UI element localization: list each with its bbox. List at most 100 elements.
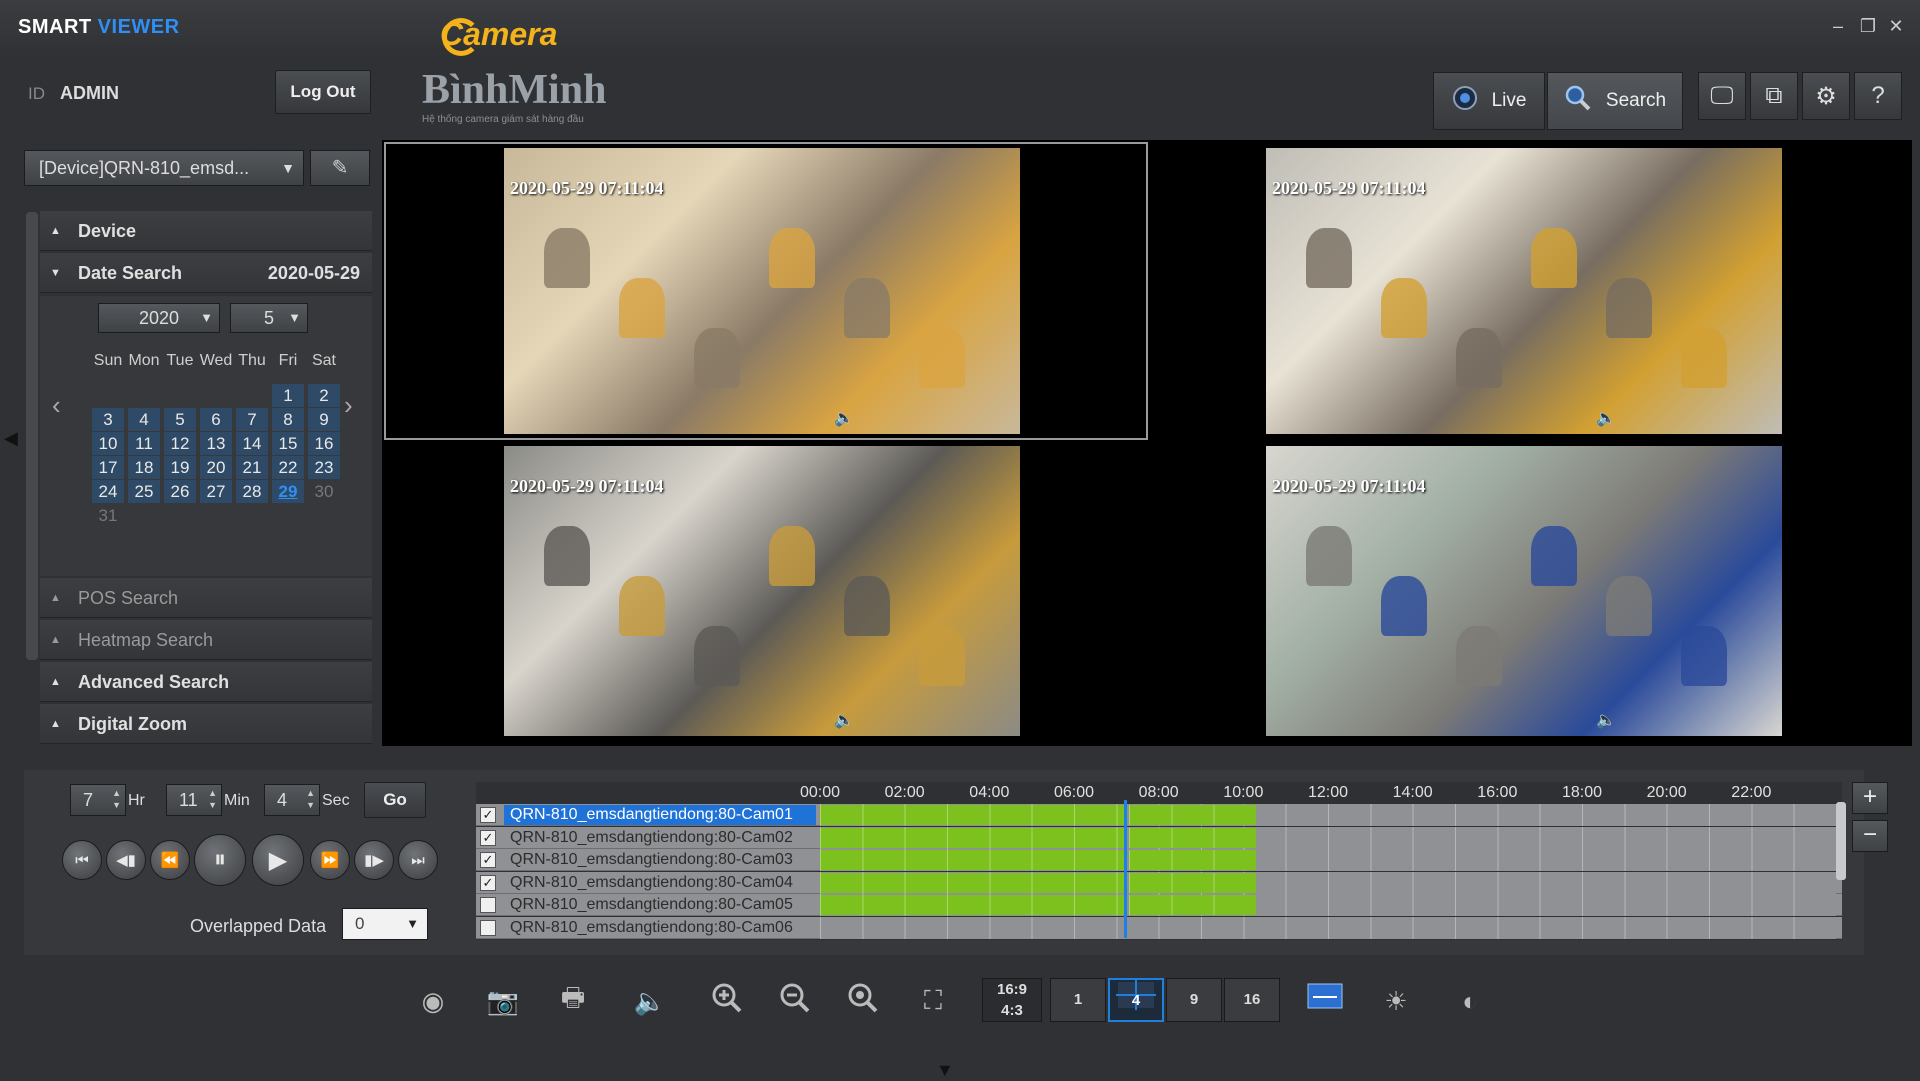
fullscreen-button[interactable]: ⛶	[910, 978, 956, 1024]
camera-view-3[interactable]: 2020-05-29 07:11:04 🔈	[386, 442, 1146, 740]
speaker-icon[interactable]: 🔈	[834, 408, 854, 428]
timeline-track[interactable]	[820, 849, 1836, 871]
prev-month-button[interactable]: ‹	[52, 390, 61, 421]
recording-segment[interactable]	[820, 805, 1125, 825]
calendar-day-9[interactable]: 9	[308, 408, 340, 431]
snapshot-button[interactable]: 📷	[480, 978, 526, 1024]
calendar-day-22[interactable]: 22	[272, 456, 304, 479]
channel-checkbox[interactable]: ✓	[480, 852, 496, 868]
section-date-search[interactable]: ▼ Date Search 2020-05-29	[40, 253, 372, 293]
calendar-day-10[interactable]: 10	[92, 432, 124, 455]
calendar-day-19[interactable]: 19	[164, 456, 196, 479]
last-frame-button[interactable]: ⏭	[398, 840, 438, 880]
help-button[interactable]: ?	[1854, 72, 1902, 120]
recording-segment[interactable]	[820, 895, 1125, 915]
section-device[interactable]: ▲ Device	[40, 211, 372, 251]
calendar-day-8[interactable]: 8	[272, 408, 304, 431]
timeline-track[interactable]	[820, 871, 1836, 894]
channel-checkbox[interactable]: ✓	[480, 807, 496, 823]
recording-segment[interactable]	[1129, 850, 1257, 870]
zoom-in-button[interactable]	[704, 978, 750, 1024]
recording-segment[interactable]	[1129, 872, 1257, 893]
channel-checkbox[interactable]: ✓	[480, 874, 496, 891]
calendar-day-31[interactable]: 31	[92, 504, 124, 527]
channel-checkbox[interactable]	[480, 897, 496, 913]
channel-name[interactable]: QRN-810_emsdangtiendong:80-Cam05	[504, 895, 816, 915]
calendar-day-25[interactable]: 25	[128, 480, 160, 503]
calendar-day-3[interactable]: 3	[92, 408, 124, 431]
rewind-button[interactable]: ⏪	[150, 840, 190, 880]
record-button[interactable]: ◉	[410, 978, 456, 1024]
calendar-day-21[interactable]: 21	[236, 456, 268, 479]
month-select[interactable]: 5 ▼	[230, 303, 308, 333]
calendar-day-12[interactable]: 12	[164, 432, 196, 455]
expand-down-icon[interactable]: ▼	[936, 1060, 954, 1081]
brightness-control[interactable]: ☀	[1366, 978, 1426, 1024]
calendar-day-26[interactable]: 26	[164, 480, 196, 503]
timeline-track[interactable]	[820, 894, 1836, 916]
monitor-button[interactable]: 🖵	[1698, 72, 1746, 120]
calendar-day-27[interactable]: 27	[200, 480, 232, 503]
layout-9-button[interactable]: 9	[1166, 978, 1222, 1022]
recording-segment[interactable]	[1129, 827, 1257, 848]
camera-view-1[interactable]: 2020-05-29 07:11:04 🔈	[384, 142, 1148, 440]
hour-spinner[interactable]: 7 ▲ ▼	[70, 784, 126, 816]
zoom-fit-button[interactable]	[840, 978, 886, 1024]
calendar-day-1[interactable]: 1	[272, 384, 304, 407]
zoom-out-button[interactable]	[772, 978, 818, 1024]
second-spinner[interactable]: 4 ▲ ▼	[264, 784, 320, 816]
section-advanced-search[interactable]: ▲ Advanced Search	[40, 662, 372, 702]
timeline-track[interactable]	[820, 826, 1836, 849]
contrast-control[interactable]: ◐	[1440, 978, 1500, 1024]
timeline-track[interactable]	[820, 804, 1836, 826]
channel-name[interactable]: QRN-810_emsdangtiendong:80-Cam01	[504, 805, 816, 825]
go-button[interactable]: Go	[364, 782, 426, 818]
timeline-scrollbar[interactable]	[1836, 802, 1846, 880]
channel-name[interactable]: QRN-810_emsdangtiendong:80-Cam06	[504, 918, 816, 938]
channel-name[interactable]: QRN-810_emsdangtiendong:80-Cam03	[504, 850, 816, 870]
timeline-row[interactable]: QRN-810_emsdangtiendong:80-Cam05	[476, 894, 1842, 916]
calendar-day-28[interactable]: 28	[236, 480, 268, 503]
collapse-left-icon[interactable]: ◀	[4, 428, 18, 449]
recording-segment[interactable]	[820, 827, 1125, 848]
logout-button[interactable]: Log Out	[275, 70, 371, 114]
timeline-zoom-out-button[interactable]: −	[1852, 820, 1888, 852]
display-mode-button[interactable]	[1302, 978, 1348, 1024]
search-mode-button[interactable]: Search	[1547, 72, 1683, 130]
layout-4-button[interactable]: 4	[1108, 978, 1164, 1022]
overlapped-data-select[interactable]: 0 ▼	[342, 908, 428, 940]
fast-forward-button[interactable]: ⏩	[310, 840, 350, 880]
camera-view-4[interactable]: 2020-05-29 07:11:04 🔈	[1148, 442, 1908, 740]
timeline-row[interactable]: ✓ QRN-810_emsdangtiendong:80-Cam02	[476, 826, 1842, 849]
prev-frame-button[interactable]: ◀▮	[106, 840, 146, 880]
channel-name[interactable]: QRN-810_emsdangtiendong:80-Cam04	[504, 873, 816, 893]
calendar-day-7[interactable]: 7	[236, 408, 268, 431]
recording-segment[interactable]	[1129, 805, 1257, 825]
minimize-button[interactable]: –	[1826, 14, 1850, 38]
timeline-row[interactable]: ✓ QRN-810_emsdangtiendong:80-Cam03	[476, 849, 1842, 871]
section-digital-zoom[interactable]: ▲ Digital Zoom	[40, 704, 372, 744]
calendar-day-17[interactable]: 17	[92, 456, 124, 479]
section-pos-search[interactable]: ▲ POS Search	[40, 578, 372, 618]
calendar-day-23[interactable]: 23	[308, 456, 340, 479]
timeline-zoom-in-button[interactable]: +	[1852, 782, 1888, 814]
device-select[interactable]: [Device]QRN-810_emsd... ▼	[24, 150, 304, 186]
audio-button[interactable]: 🔈	[620, 978, 680, 1024]
timeline-row[interactable]: ✓ QRN-810_emsdangtiendong:80-Cam01	[476, 804, 1842, 826]
next-month-button[interactable]: ›	[344, 390, 353, 421]
first-frame-button[interactable]: ⏮	[62, 840, 102, 880]
calendar-day-13[interactable]: 13	[200, 432, 232, 455]
left-panel-scrollbar[interactable]	[26, 212, 38, 660]
section-heatmap-search[interactable]: ▲ Heatmap Search	[40, 620, 372, 660]
next-frame-button[interactable]: ▮▶	[354, 840, 394, 880]
backup-search-button[interactable]: ⧉	[1750, 72, 1798, 120]
restore-button[interactable]: ❐	[1856, 14, 1880, 38]
calendar-day-4[interactable]: 4	[128, 408, 160, 431]
pause-button[interactable]: ⏸	[194, 834, 246, 886]
calendar-day-20[interactable]: 20	[200, 456, 232, 479]
print-button[interactable]: 🖶	[550, 978, 596, 1024]
close-button[interactable]: ✕	[1884, 14, 1908, 38]
timeline-cursor[interactable]	[1123, 800, 1127, 938]
year-select[interactable]: 2020 ▼	[98, 303, 220, 333]
layout-1-button[interactable]: 1	[1050, 978, 1106, 1022]
